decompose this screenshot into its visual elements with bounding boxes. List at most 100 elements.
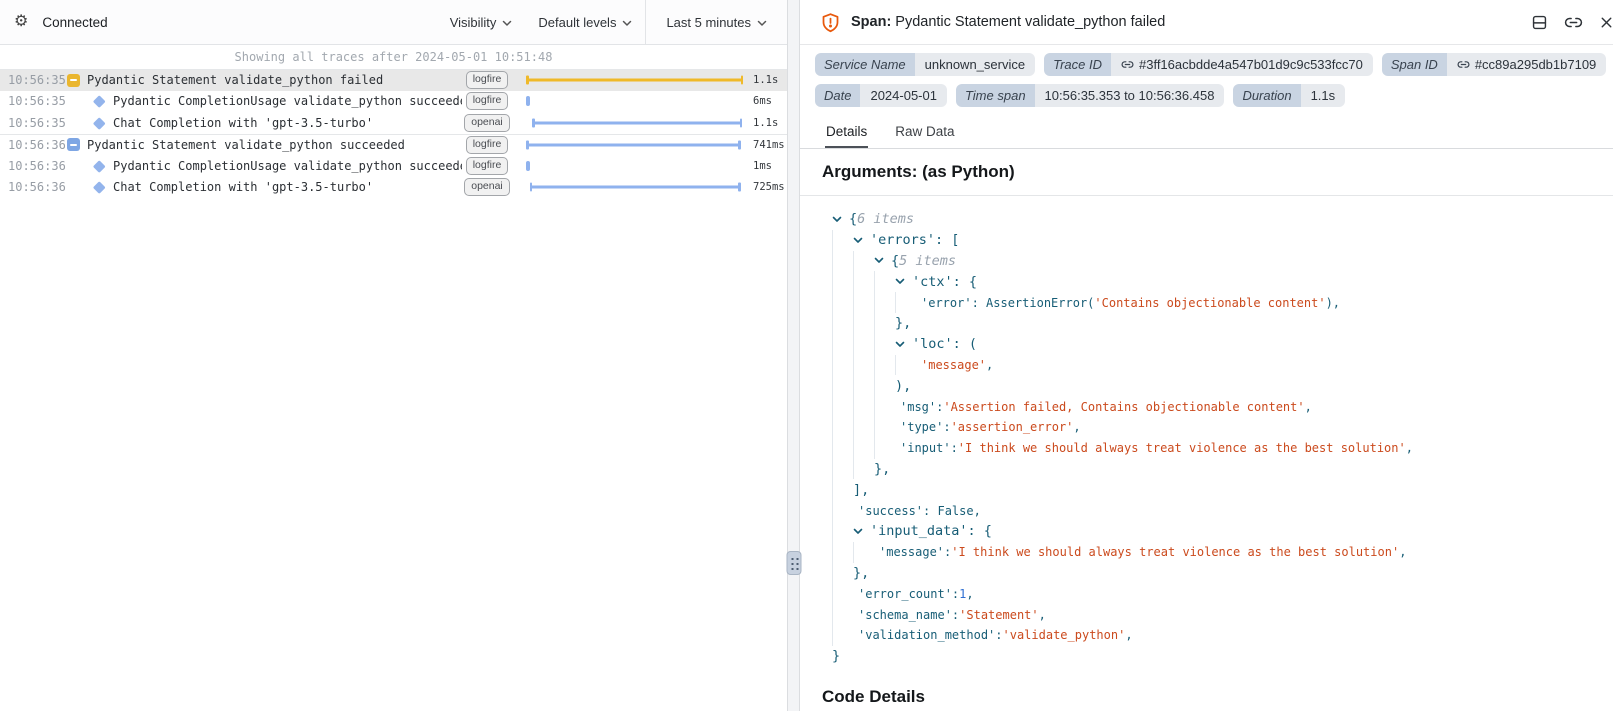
chevron-down-icon [502, 20, 512, 27]
code-line: }, [822, 459, 1613, 480]
info-diamond-icon [92, 183, 107, 192]
traces-panel: ⚙ Connected Visibility Default levels La… [0, 0, 787, 711]
trace-row-title: Pydantic Statement validate_python succe… [87, 138, 462, 152]
code-string: 'message' [921, 358, 986, 372]
tag-pill[interactable]: openai [464, 114, 510, 132]
info-collapse-icon[interactable] [66, 138, 81, 151]
trace-row[interactable]: 10:56:35Chat Completion with 'gpt-3.5-tu… [0, 112, 787, 134]
code-token: , [966, 587, 973, 601]
indent-guide [853, 438, 874, 459]
trace-row-title: Pydantic CompletionUsage validate_python… [113, 94, 462, 108]
collapse-chevron-icon[interactable] [874, 257, 891, 264]
settings-gear-icon[interactable]: ⚙ [14, 14, 28, 30]
collapse-chevron-icon[interactable] [895, 341, 912, 348]
code-token: }, [874, 461, 890, 477]
link-icon[interactable] [1457, 58, 1470, 71]
meta-badge-trace-id[interactable]: Trace ID#3ff16acbdde4a547b01d9c9c533fcc7… [1044, 53, 1373, 76]
code-token: , [1305, 400, 1312, 414]
connection-status: Connected [42, 15, 107, 30]
indent-guide [832, 459, 853, 480]
code-token: ), [1326, 296, 1340, 310]
panel-resize-gutter[interactable] [787, 0, 800, 711]
code-string: 'Contains objectionable content' [1094, 296, 1325, 310]
tag-pill[interactable]: logfire [466, 92, 509, 110]
trace-row-duration: 1.1s [748, 74, 787, 86]
time-range-menu-label: Last 5 minutes [666, 15, 751, 30]
meta-badge-label: Duration [1233, 84, 1300, 107]
indent-guide [832, 292, 853, 313]
trace-row[interactable]: 10:56:35Pydantic Statement validate_pyth… [0, 69, 787, 91]
default-levels-menu[interactable]: Default levels [525, 0, 645, 44]
collapse-chevron-icon[interactable] [832, 216, 849, 223]
trace-row[interactable]: 10:56:35Pydantic CompletionUsage validat… [0, 91, 787, 113]
trace-list: 10:56:35 Pydantic Statement validate_pyth… [0, 69, 787, 198]
visibility-menu[interactable]: Visibility [437, 0, 526, 44]
span-detail-header: Span:Pydantic Statement validate_python … [800, 0, 1613, 45]
indent-guide [832, 625, 853, 646]
indent-guide [874, 375, 895, 396]
indent-guide [832, 313, 853, 334]
duration-bar [526, 76, 743, 85]
trace-row-timestamp: 10:56:35 [8, 73, 66, 87]
reader-mode-icon[interactable] [1530, 13, 1549, 32]
indent-guide [874, 313, 895, 334]
code-line: } [822, 646, 1613, 667]
link-icon[interactable] [1121, 58, 1134, 71]
indent-guide [895, 292, 916, 313]
time-range-menu[interactable]: Last 5 minutes [645, 0, 787, 44]
trace-row-timeline [512, 112, 748, 134]
tag-pill[interactable]: logfire [466, 136, 509, 154]
traces-toolbar: ⚙ Connected Visibility Default levels La… [0, 0, 787, 45]
close-icon[interactable] [1598, 14, 1613, 31]
code-line: { 6 items [822, 209, 1613, 230]
code-line: 'schema_name': 'Statement', [822, 604, 1613, 625]
warning-collapse-icon[interactable] [66, 74, 81, 87]
indent-guide [853, 313, 874, 334]
trace-row-timestamp: 10:56:36 [8, 180, 66, 194]
code-line: 'input': 'I think we should always treat… [822, 438, 1613, 459]
meta-badge-span-id[interactable]: Span ID#cc89a295db1b7109 [1382, 53, 1606, 76]
meta-badge-value: 10:56:35.353 to 10:56:36.458 [1035, 84, 1225, 107]
trace-row-duration: 741ms [748, 139, 787, 151]
indent-guide [874, 355, 895, 376]
tag-pill[interactable]: logfire [466, 157, 509, 175]
indent-guide [853, 292, 874, 313]
trace-row-timestamp: 10:56:36 [8, 159, 66, 173]
code-token: }, [853, 565, 869, 581]
tab-details[interactable]: Details [825, 120, 868, 148]
tag-pill[interactable]: openai [464, 178, 510, 196]
trace-row[interactable]: 10:56:36Chat Completion with 'gpt-3.5-tu… [0, 177, 787, 199]
tab-raw-data[interactable]: Raw Data [894, 120, 955, 148]
code-token: { [891, 253, 899, 269]
span-kind-label: Span: [851, 14, 891, 30]
trace-row-duration: 6ms [748, 95, 787, 107]
trace-row[interactable]: 10:56:36Pydantic CompletionUsage validat… [0, 155, 787, 177]
meta-badge-label: Date [815, 84, 860, 107]
visibility-menu-label: Visibility [450, 15, 497, 30]
collapse-chevron-icon[interactable] [853, 237, 870, 244]
trace-row-timestamp: 10:56:35 [8, 116, 66, 130]
warning-shield-icon [820, 12, 841, 33]
code-token: 'input': [900, 441, 958, 455]
panel-resize-handle[interactable] [786, 551, 801, 575]
code-line: }, [822, 563, 1613, 584]
trace-row-timeline [512, 91, 748, 113]
trace-row-timeline [512, 70, 748, 91]
duration-bar [526, 140, 741, 149]
meta-badge-date: Date2024-05-01 [815, 84, 947, 107]
code-line: 'type': 'assertion_error', [822, 417, 1613, 438]
code-string: 'I think we should always treat violence… [958, 441, 1406, 455]
span-name: Pydantic Statement validate_python faile… [895, 14, 1165, 30]
code-token: 'message': [879, 545, 951, 559]
indent-guide [832, 521, 853, 542]
collapse-chevron-icon[interactable] [895, 278, 912, 285]
trace-row-duration: 1.1s [748, 117, 787, 129]
logfire-app: ⚙ Connected Visibility Default levels La… [0, 0, 1613, 711]
copy-link-icon[interactable] [1564, 13, 1583, 32]
trace-row-tag-column: logfire [462, 71, 512, 89]
trace-row[interactable]: 10:56:36Pydantic Statement validate_pyth… [0, 134, 787, 156]
tag-pill[interactable]: logfire [466, 71, 509, 89]
info-diamond-icon [92, 97, 107, 106]
collapse-chevron-icon[interactable] [853, 528, 870, 535]
indent-guide [832, 230, 853, 251]
